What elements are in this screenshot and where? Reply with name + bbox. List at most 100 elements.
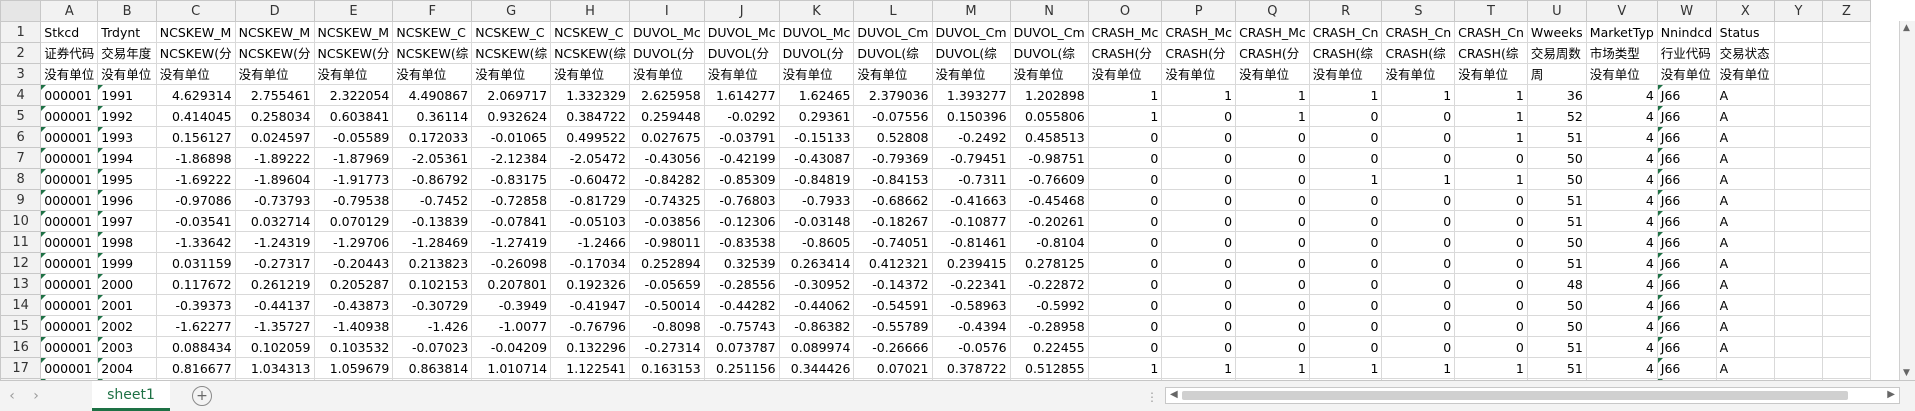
cell[interactable]: 1.122541 xyxy=(550,357,630,379)
scrollbar-thumb[interactable] xyxy=(1182,391,1848,400)
cell[interactable]: -2.05472 xyxy=(550,147,630,169)
cell[interactable]: 0.192326 xyxy=(550,273,630,295)
cell[interactable]: 51 xyxy=(1526,210,1587,232)
cell[interactable]: 没有单位 xyxy=(97,63,157,85)
row-header[interactable]: 16 xyxy=(0,336,42,358)
cell[interactable]: 0.258034 xyxy=(234,105,315,127)
vertical-scrollbar[interactable]: ▲ ▼ xyxy=(1899,21,1915,380)
cell[interactable]: 0 xyxy=(1308,315,1383,337)
cell[interactable]: 1 xyxy=(1381,168,1456,190)
cell[interactable]: -0.27314 xyxy=(628,336,705,358)
cell[interactable]: 1996 xyxy=(97,189,157,211)
row-header[interactable]: 15 xyxy=(0,315,42,337)
cell[interactable]: 0 xyxy=(1308,273,1383,295)
cell[interactable]: J66 xyxy=(1656,294,1717,316)
cell[interactable]: 周 xyxy=(1526,63,1587,85)
horizontal-scrollbar[interactable]: ◀ ▶ xyxy=(1165,387,1900,404)
select-all-corner[interactable] xyxy=(0,0,42,22)
cell[interactable] xyxy=(1774,210,1823,232)
cell[interactable]: 0.102059 xyxy=(234,336,315,358)
cell[interactable]: 0 xyxy=(1087,147,1163,169)
cell[interactable]: -0.79369 xyxy=(853,147,933,169)
cell[interactable]: -0.26098 xyxy=(471,252,552,274)
cell[interactable]: 0.603841 xyxy=(313,105,394,127)
cell[interactable]: 0.32539 xyxy=(703,252,780,274)
cell[interactable]: 0.070129 xyxy=(313,210,394,232)
cell[interactable]: 2.625958 xyxy=(628,84,705,106)
cell[interactable]: -0.84282 xyxy=(628,168,705,190)
cell[interactable]: 1 xyxy=(1454,105,1528,127)
cell[interactable]: -0.07841 xyxy=(471,210,552,232)
cell[interactable]: 4 xyxy=(1585,336,1658,358)
cell[interactable]: CRASH(综 xyxy=(1381,42,1456,64)
cell[interactable]: 没有单位 xyxy=(550,63,630,85)
cell[interactable]: 1.393277 xyxy=(931,84,1011,106)
cell[interactable]: 4 xyxy=(1585,273,1658,295)
cell[interactable] xyxy=(1821,42,1871,64)
cell[interactable]: 51 xyxy=(1526,336,1587,358)
cell[interactable]: -0.73793 xyxy=(234,189,315,211)
cell[interactable]: 0 xyxy=(1381,189,1456,211)
cell[interactable]: -0.7311 xyxy=(931,168,1011,190)
cell[interactable]: -0.17034 xyxy=(550,252,630,274)
row-header[interactable]: 6 xyxy=(0,126,42,148)
cell[interactable]: 没有单位 xyxy=(40,63,99,85)
column-header-v[interactable]: V xyxy=(1585,0,1658,22)
cell[interactable]: -0.86382 xyxy=(778,315,855,337)
column-header-i[interactable]: I xyxy=(628,0,705,22)
column-header-c[interactable]: C xyxy=(155,0,236,22)
cell[interactable]: -0.81729 xyxy=(550,189,630,211)
cell[interactable]: CRASH_Mc xyxy=(1087,21,1163,43)
cell[interactable]: -1.35727 xyxy=(234,315,315,337)
cell[interactable]: CRASH_Cn xyxy=(1381,21,1456,43)
cell[interactable]: 没有单位 xyxy=(1308,63,1383,85)
cell[interactable]: 0.251156 xyxy=(703,357,780,379)
cell[interactable]: 51 xyxy=(1526,126,1587,148)
cell[interactable]: 0 xyxy=(1381,252,1456,274)
cell[interactable]: 4.490867 xyxy=(392,84,473,106)
cell[interactable]: 0.088434 xyxy=(155,336,236,358)
cell[interactable]: NCSKEW(综 xyxy=(550,42,630,64)
cell[interactable]: -0.83538 xyxy=(703,231,780,253)
cell[interactable]: 没有单位 xyxy=(628,63,705,85)
cell[interactable]: 1 xyxy=(1454,84,1528,106)
cell[interactable]: 0.259448 xyxy=(628,105,705,127)
sheet-tab-sheet1[interactable]: sheet1 xyxy=(92,381,170,411)
cell[interactable] xyxy=(1821,168,1871,190)
cell[interactable]: 0 xyxy=(1381,273,1456,295)
cell[interactable]: -0.7933 xyxy=(778,189,855,211)
cell[interactable]: -0.79538 xyxy=(313,189,394,211)
cell[interactable] xyxy=(1821,21,1871,43)
cell[interactable]: 0 xyxy=(1235,210,1310,232)
column-header-q[interactable]: Q xyxy=(1235,0,1310,22)
cell[interactable]: 1.034313 xyxy=(234,357,315,379)
cell[interactable]: -1.69222 xyxy=(155,168,236,190)
cell[interactable]: 4 xyxy=(1585,168,1658,190)
cell[interactable]: -0.8098 xyxy=(628,315,705,337)
cell[interactable]: A xyxy=(1715,315,1776,337)
cell[interactable]: 没有单位 xyxy=(1161,63,1237,85)
cell[interactable]: -1.24319 xyxy=(234,231,315,253)
cell[interactable]: 000001 xyxy=(40,84,99,106)
cell[interactable]: -1.89604 xyxy=(234,168,315,190)
cell[interactable]: 1991 xyxy=(97,84,157,106)
cell[interactable]: J66 xyxy=(1656,315,1717,337)
cell[interactable]: -0.44062 xyxy=(778,294,855,316)
cell[interactable]: DUVOL_Cm xyxy=(931,21,1011,43)
cell[interactable]: 0 xyxy=(1235,126,1310,148)
cell[interactable]: -0.18267 xyxy=(853,210,933,232)
cell[interactable]: -0.27317 xyxy=(234,252,315,274)
scroll-right-arrow-icon[interactable]: ▶ xyxy=(1887,389,1895,400)
cell[interactable]: 0.089974 xyxy=(778,336,855,358)
cell[interactable]: 0 xyxy=(1381,126,1456,148)
cell[interactable]: -1.33642 xyxy=(155,231,236,253)
cell[interactable] xyxy=(1821,126,1871,148)
cell[interactable]: J66 xyxy=(1656,357,1717,379)
cell[interactable]: CRASH(分 xyxy=(1235,42,1310,64)
cell[interactable]: 1 xyxy=(1454,357,1528,379)
cell[interactable]: NCSKEW(分 xyxy=(155,42,236,64)
cell[interactable]: 0 xyxy=(1381,315,1456,337)
cell[interactable]: 0.150396 xyxy=(931,105,1011,127)
cell[interactable]: 1992 xyxy=(97,105,157,127)
cell[interactable]: -0.28556 xyxy=(703,273,780,295)
